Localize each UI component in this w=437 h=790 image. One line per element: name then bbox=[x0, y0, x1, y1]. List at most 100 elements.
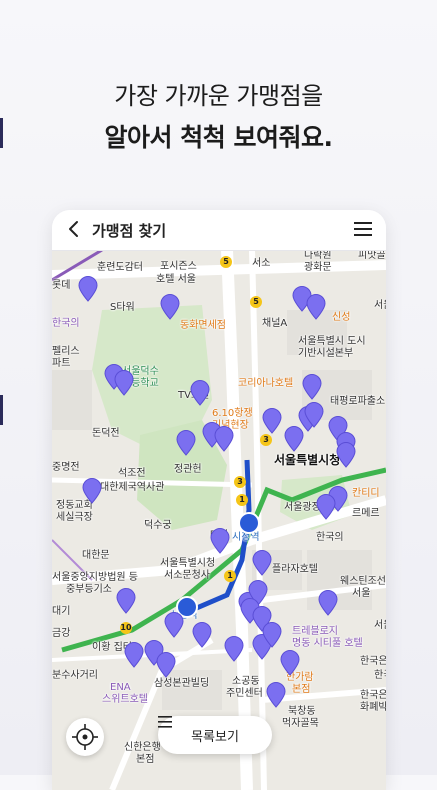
map-label: 한국 bbox=[374, 670, 386, 681]
map-label: 시청역 bbox=[232, 532, 260, 543]
headline-line2: 알아서 척척 보여줘요. bbox=[104, 123, 333, 152]
map-label: 훈련도감터 bbox=[97, 262, 143, 273]
line-number-badge: 1 bbox=[224, 570, 236, 582]
store-pin-icon[interactable] bbox=[214, 426, 234, 452]
map-label: 피맛골 bbox=[358, 250, 386, 261]
store-pin-icon[interactable] bbox=[210, 528, 230, 554]
list-view-button[interactable]: 목록보기 bbox=[158, 716, 272, 754]
map-label: 웨스틴조선 bbox=[340, 576, 386, 587]
map-label: 한국은 bbox=[360, 690, 386, 701]
store-pin-icon[interactable] bbox=[114, 370, 134, 396]
map-label: 서울광장 bbox=[374, 620, 386, 631]
store-pin-icon[interactable] bbox=[82, 478, 102, 504]
map-label: S타워 bbox=[110, 302, 135, 313]
store-pin-icon[interactable] bbox=[302, 374, 322, 400]
map-label: 6.10항쟁 bbox=[212, 408, 253, 419]
map-label: 대한문 bbox=[82, 550, 110, 561]
headline-line1: 가장 가까운 가맹점을 bbox=[114, 82, 323, 110]
map-label: 스위트호텔 bbox=[102, 694, 148, 705]
map-label: 정관헌 bbox=[174, 464, 202, 475]
map-label: 석조전 bbox=[118, 468, 146, 479]
map-label: 중명전 bbox=[52, 462, 80, 473]
map-label: 서소 bbox=[252, 258, 271, 269]
map-label: 서울 bbox=[352, 588, 371, 599]
edge-marker bbox=[0, 395, 3, 425]
current-location-icon bbox=[72, 724, 98, 750]
store-pin-icon[interactable] bbox=[262, 408, 282, 434]
map-label: 한국은 bbox=[360, 656, 386, 667]
phone-screen: 가맹점 찾기 훈련도감터 포시즌스 호텔 서울 S타워 동화면세점 채널A 서울… bbox=[52, 210, 386, 790]
map-label: 주민센터 bbox=[226, 688, 263, 699]
map-label: 펠리스 bbox=[52, 346, 80, 357]
store-pin-icon[interactable] bbox=[316, 494, 336, 520]
store-pin-icon[interactable] bbox=[304, 402, 324, 428]
line-number-badge: 10 bbox=[120, 622, 132, 634]
store-pin-icon[interactable] bbox=[224, 636, 244, 662]
map-label: 서울특별시 도시 bbox=[298, 336, 366, 347]
chevron-left-icon[interactable] bbox=[64, 219, 84, 239]
map-label: 트레블로지 bbox=[292, 626, 338, 637]
map-view[interactable]: 훈련도감터 포시즌스 호텔 서울 S타워 동화면세점 채널A 서울특별시 도시 … bbox=[52, 250, 386, 790]
map-label: 동화면세점 bbox=[180, 320, 226, 331]
store-pin-icon[interactable] bbox=[116, 588, 136, 614]
map-label: 돈덕전 bbox=[92, 428, 120, 439]
line-number-badge: 1 bbox=[236, 494, 248, 506]
store-pin-icon[interactable] bbox=[160, 294, 180, 320]
map-label: 다락원 bbox=[304, 250, 332, 261]
map-label: 태평로파출소 bbox=[330, 396, 386, 407]
map-label: 한국의 bbox=[52, 318, 80, 329]
map-label: 명동 시티풀 호텔 bbox=[292, 638, 363, 649]
map-label: 서울특별시청 bbox=[160, 558, 216, 569]
store-pin-icon[interactable] bbox=[262, 622, 282, 648]
list-view-label: 목록보기 bbox=[191, 729, 239, 745]
map-label: 대기 bbox=[52, 606, 71, 617]
store-pin-icon[interactable] bbox=[192, 622, 212, 648]
map-label: 북창동 bbox=[288, 706, 316, 717]
map-label: 세실극장 bbox=[56, 512, 93, 523]
store-pin-icon[interactable] bbox=[318, 590, 338, 616]
map-label: 기반시설본부 bbox=[298, 348, 354, 359]
hamburger-menu-icon[interactable] bbox=[354, 221, 372, 237]
map-label: ENA bbox=[110, 682, 131, 693]
store-pin-icon[interactable] bbox=[156, 652, 176, 678]
store-pin-icon[interactable] bbox=[284, 426, 304, 452]
store-pin-icon[interactable] bbox=[190, 380, 210, 406]
store-pin-icon[interactable] bbox=[176, 430, 196, 456]
store-pin-icon[interactable] bbox=[78, 276, 98, 302]
map-label: 광화문 bbox=[304, 262, 332, 273]
map-label: 금강 bbox=[52, 628, 71, 639]
map-label: 서울시 bbox=[374, 300, 386, 311]
map-label: 본점 bbox=[136, 754, 155, 765]
map-label: 포시즌스 bbox=[160, 261, 197, 272]
current-location-button[interactable] bbox=[66, 718, 104, 756]
map-label: 덕수궁 bbox=[144, 520, 172, 531]
map-label: 플라자호텔 bbox=[272, 564, 318, 575]
map-label: 한국의 bbox=[316, 532, 344, 543]
map-label: 화폐박 bbox=[360, 702, 386, 713]
store-pin-icon[interactable] bbox=[266, 682, 286, 708]
map-label: 먹자골목 bbox=[282, 718, 319, 729]
map-label: 신한은행 bbox=[124, 742, 161, 753]
map-label: 분수사거리 bbox=[52, 670, 98, 681]
store-pin-icon[interactable] bbox=[336, 442, 356, 468]
map-label: 삼성본관빌딩 bbox=[154, 678, 210, 689]
map-label: 코리아나호텔 bbox=[238, 378, 294, 389]
store-pin-icon[interactable] bbox=[164, 612, 184, 638]
map-label: 호텔 서울 bbox=[156, 274, 196, 285]
map-label: 서울중앙지방법원 등 bbox=[52, 572, 138, 583]
list-icon bbox=[158, 716, 172, 728]
store-pin-icon[interactable] bbox=[252, 550, 272, 576]
map-label: 신성 bbox=[332, 312, 351, 323]
subway-station-icon[interactable] bbox=[238, 512, 260, 534]
map-label: 소공동 bbox=[232, 676, 260, 687]
store-pin-icon[interactable] bbox=[280, 650, 300, 676]
map-label: 서소문청사 bbox=[164, 570, 210, 581]
line-number-badge: 3 bbox=[260, 434, 272, 446]
store-pin-icon[interactable] bbox=[124, 642, 144, 668]
line-number-badge: 5 bbox=[220, 256, 232, 268]
store-pin-icon[interactable] bbox=[306, 294, 326, 320]
map-label: 르메르 bbox=[352, 508, 380, 519]
line-number-badge: 5 bbox=[250, 296, 262, 308]
map-label: 롯데 bbox=[52, 280, 71, 291]
app-bar: 가맹점 찾기 bbox=[52, 210, 386, 251]
